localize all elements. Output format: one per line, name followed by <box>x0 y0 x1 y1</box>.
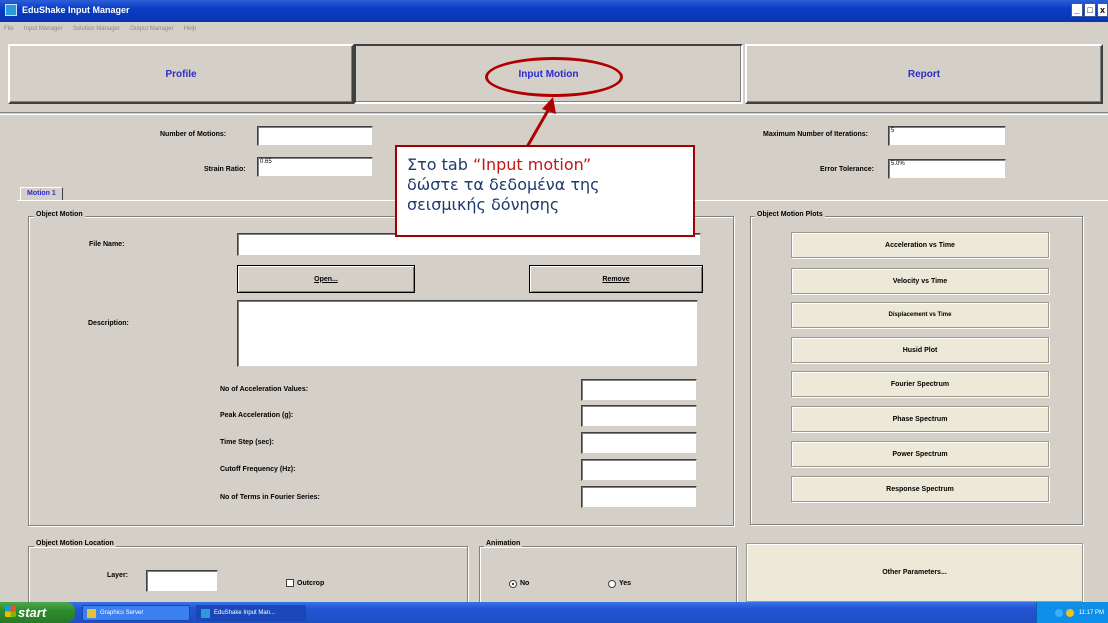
annotation-line2: δώστε τα δεδομένα της <box>407 175 600 194</box>
task-edushake-label: EduShake Input Man... <box>214 610 276 616</box>
tab-profile[interactable]: Profile <box>8 44 354 104</box>
description-label: Description: <box>88 320 129 327</box>
start-button[interactable]: start <box>0 602 75 623</box>
open-button[interactable]: Open... <box>237 265 415 293</box>
layer-input[interactable] <box>146 570 218 592</box>
annotation-line1-prefix: Στο tab <box>407 155 473 174</box>
annotation-line1-highlight: “Input motion” <box>472 155 592 174</box>
max-iterations-label: Maximum Number of Iterations: <box>763 131 869 138</box>
file-name-label: File Name: <box>89 241 125 248</box>
menu-file[interactable]: File <box>4 26 14 32</box>
acceleration-vs-time-button[interactable]: Acceleration vs Time <box>791 232 1049 258</box>
time-step-label: Time Step (sec): <box>220 439 274 446</box>
graphics-server-icon <box>87 608 96 618</box>
task-graphics-server[interactable]: Graphics Server <box>82 605 190 621</box>
system-tray: 11:17 PM <box>1036 602 1108 623</box>
error-tolerance-input[interactable]: 5.0% <box>888 159 1006 179</box>
outcrop-checkbox[interactable] <box>286 579 294 587</box>
object-motion-location-group <box>28 546 468 606</box>
displacement-vs-time-button[interactable]: Displacement vs Time <box>791 302 1049 328</box>
number-of-motions-input[interactable] <box>257 126 373 146</box>
task-edushake[interactable]: EduShake Input Man... <box>196 605 306 621</box>
phase-spectrum-button[interactable]: Phase Spectrum <box>791 406 1049 432</box>
start-label: start <box>18 605 47 620</box>
strain-ratio-input[interactable]: 0.65 <box>257 157 373 177</box>
task-graphics-server-label: Graphics Server <box>100 610 144 616</box>
network-icon[interactable] <box>1054 608 1063 617</box>
animation-yes-label: Yes <box>619 580 632 587</box>
velocity-vs-time-button[interactable]: Velocity vs Time <box>791 268 1049 294</box>
close-button[interactable]: x <box>1097 3 1108 17</box>
menu-input-manager[interactable]: Input Manager <box>24 26 63 32</box>
error-tolerance-label: Error Tolerance: <box>820 166 874 173</box>
menu-bar: File Input Manager Solution Manager Outp… <box>0 22 1108 34</box>
husid-plot-button[interactable]: Husid Plot <box>791 337 1049 363</box>
remove-button[interactable]: Remove <box>529 265 703 293</box>
peak-accel-label: Peak Acceleration (g): <box>220 412 294 419</box>
window-title: EduShake Input Manager <box>22 5 130 15</box>
strain-ratio-label: Strain Ratio: <box>204 166 246 173</box>
menu-solution-manager[interactable]: Solution Manager <box>73 26 120 32</box>
power-spectrum-button[interactable]: Power Spectrum <box>791 441 1049 467</box>
maximize-button[interactable]: □ <box>1084 3 1096 17</box>
number-of-motions-label: Number of Motions: <box>160 131 227 138</box>
accel-values-label: No of Acceleration Values: <box>220 386 309 393</box>
annotation-ellipse <box>485 57 623 97</box>
edushake-icon <box>201 608 210 618</box>
menu-help[interactable]: Help <box>184 26 196 32</box>
annotation-callout: Στο tab “Input motion” δώστε τα δεδομένα… <box>395 145 695 237</box>
other-parameters-button[interactable]: Other Parameters... <box>746 543 1083 602</box>
peak-accel-input[interactable] <box>581 405 697 427</box>
clock: 11:17 PM <box>1078 609 1104 616</box>
layer-label: Layer: <box>107 572 129 579</box>
animation-no-label: No <box>520 580 530 587</box>
fourier-terms-input[interactable] <box>581 486 697 508</box>
tab-motion-1[interactable]: Motion 1 <box>20 187 63 201</box>
object-motion-plots-title: Object Motion Plots <box>755 211 825 218</box>
cutoff-frequency-label: Cutoff Frequency (Hz): <box>220 466 296 473</box>
object-motion-location-title: Object Motion Location <box>34 540 116 547</box>
cutoff-frequency-input[interactable] <box>581 459 697 481</box>
animation-no-radio[interactable] <box>509 580 517 588</box>
windows-logo-icon <box>5 606 16 617</box>
menu-output-manager[interactable]: Output Manager <box>130 26 173 32</box>
tab-report[interactable]: Report <box>745 44 1103 104</box>
animation-group <box>479 546 737 606</box>
outcrop-label: Outcrop <box>297 580 325 587</box>
max-iterations-input[interactable]: 5 <box>888 126 1006 146</box>
annotation-line3: σεισμικής δόνησης <box>407 195 560 214</box>
animation-yes-radio[interactable] <box>608 580 616 588</box>
accel-values-input[interactable] <box>581 379 697 401</box>
window-title-bar[interactable]: EduShake Input Manager _ □ x <box>0 0 1108 22</box>
fourier-terms-label: No of Terms in Fourier Series: <box>220 494 320 501</box>
time-step-input[interactable] <box>581 432 697 454</box>
response-spectrum-button[interactable]: Response Spectrum <box>791 476 1049 502</box>
minimize-button[interactable]: _ <box>1071 3 1083 17</box>
object-motion-title: Object Motion <box>34 211 85 218</box>
animation-title: Animation <box>484 540 523 547</box>
description-input[interactable] <box>237 300 698 367</box>
app-icon <box>5 4 17 16</box>
fourier-spectrum-button[interactable]: Fourier Spectrum <box>791 371 1049 397</box>
security-icon[interactable] <box>1065 608 1074 617</box>
